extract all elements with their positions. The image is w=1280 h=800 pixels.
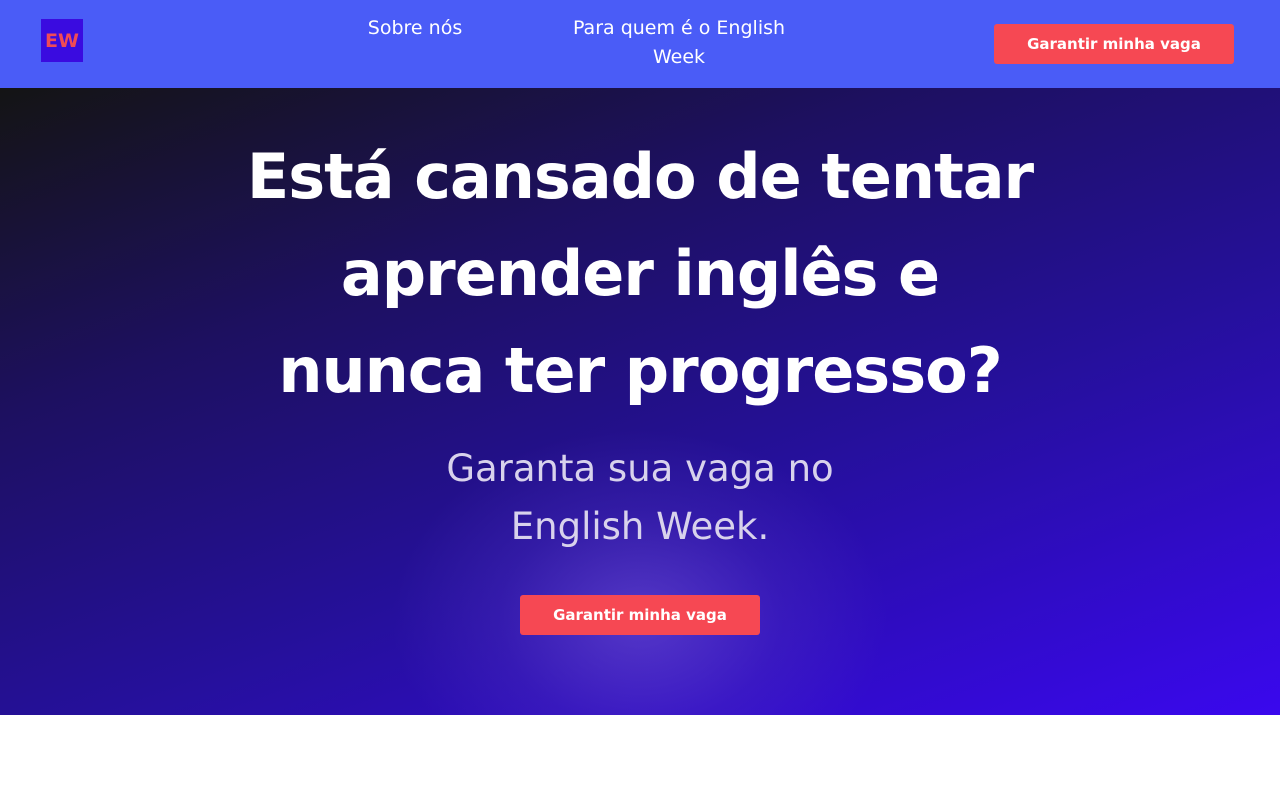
- header-cta-button[interactable]: Garantir minha vaga: [994, 24, 1234, 64]
- nav-link-who-is-it-for[interactable]: Para quem é o English Week: [568, 14, 790, 72]
- hero-subtitle: Garanta sua vaga no English Week.: [446, 447, 834, 548]
- logo-text: EW: [45, 29, 79, 52]
- hero-cta-button[interactable]: Garantir minha vaga: [520, 595, 760, 635]
- nav-link-about[interactable]: Sobre nós: [348, 14, 482, 43]
- hero-title: Está cansado de tentar aprender inglês e…: [246, 140, 1034, 407]
- site-header: EW Sobre nós Para quem é o English Week …: [0, 0, 1280, 88]
- logo[interactable]: EW: [41, 19, 83, 62]
- hero-section: Está cansado de tentar aprender inglês e…: [0, 88, 1280, 715]
